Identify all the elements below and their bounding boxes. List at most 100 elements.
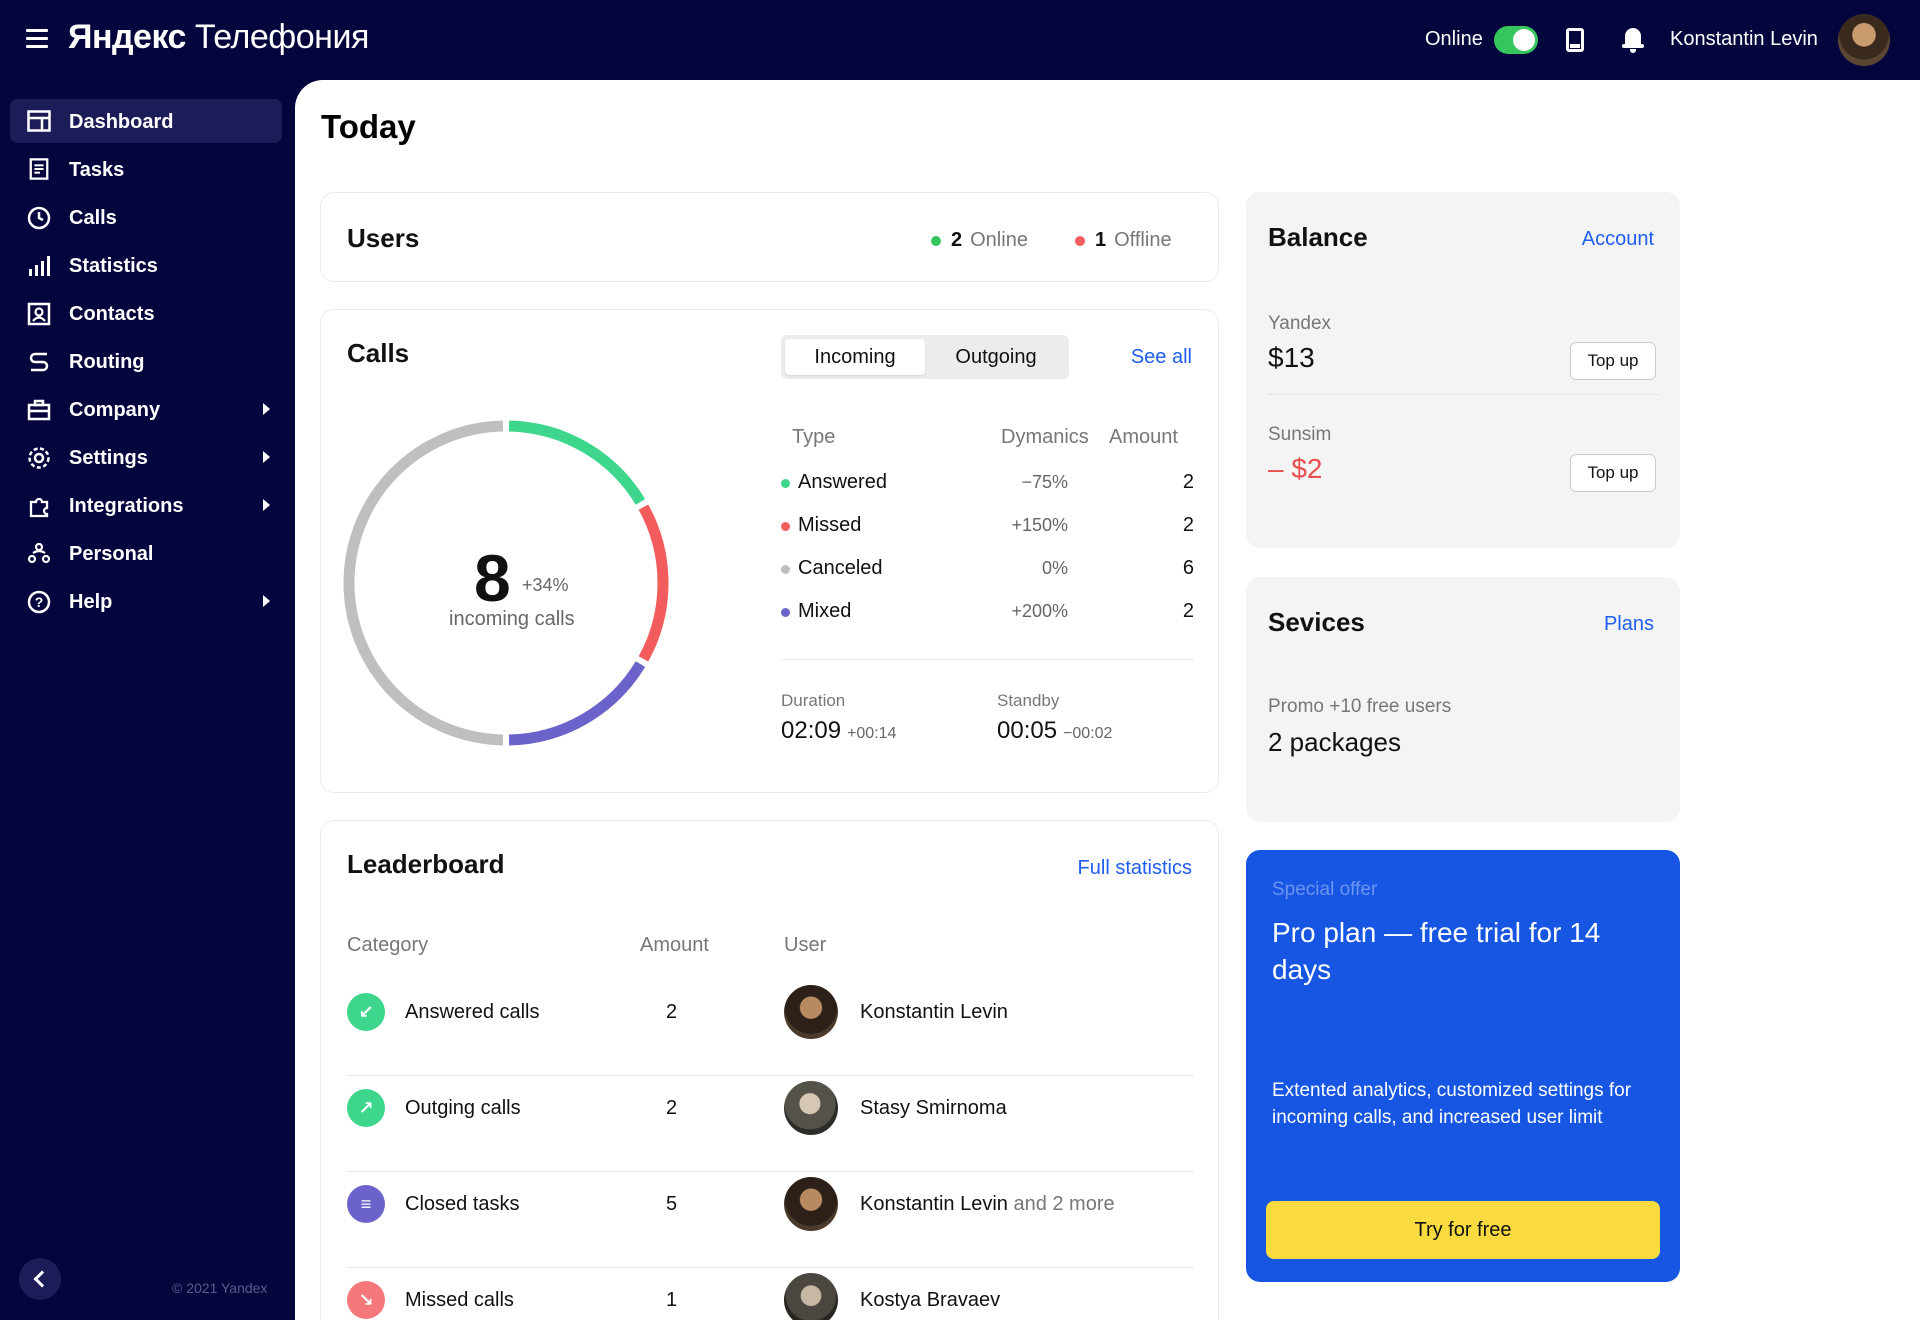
user-name: Konstantin Levin	[860, 1193, 1008, 1215]
canceled-dot	[781, 565, 790, 574]
sidebar-item-label: Tasks	[69, 159, 125, 181]
sidebar-item-help[interactable]: ? Help	[10, 579, 282, 623]
chevron-right-icon	[263, 499, 270, 511]
duration-time: 02:09	[781, 717, 842, 744]
column-amount: Amount	[1109, 426, 1178, 448]
chevron-right-icon	[263, 403, 270, 415]
avatar[interactable]	[1838, 14, 1890, 66]
table-row-user[interactable]: Konstantin Levin and 2 more	[860, 1193, 1115, 1216]
services-card: Sevices Plans Promo +10 free users 2 pac…	[1246, 577, 1680, 822]
sidebar-item-statistics[interactable]: Statistics	[10, 243, 282, 287]
offer-tag: Special offer	[1272, 879, 1378, 900]
account-balance: $13	[1268, 342, 1315, 373]
sidebar-item-tasks[interactable]: Tasks	[10, 147, 282, 191]
donut-segment-answered	[508, 420, 646, 505]
tab-outgoing[interactable]: Outgoing	[927, 339, 1065, 375]
column-user: User	[784, 934, 827, 956]
users-title: Users	[347, 223, 420, 253]
table-row-user[interactable]: Kostya Bravaev	[860, 1289, 1000, 1312]
online-count: 2	[951, 229, 963, 251]
divider	[347, 1267, 1194, 1268]
full-statistics-link[interactable]: Full statistics	[1078, 857, 1192, 880]
sidebar-item-label: Settings	[69, 447, 148, 469]
collapse-sidebar-button[interactable]	[19, 1258, 61, 1300]
special-offer-card: Special offer Pro plan — free trial for …	[1246, 850, 1680, 1282]
offline-status-label: Offline	[1114, 229, 1172, 251]
offer-headline: Pro plan — free trial for 14 days	[1272, 917, 1601, 985]
more-users-link[interactable]: and 2 more	[1013, 1193, 1114, 1215]
table-row-amount: 5	[666, 1193, 678, 1215]
account-link[interactable]: Account	[1582, 228, 1654, 251]
total-calls-delta: +34%	[522, 575, 569, 595]
standby-label: Standby	[997, 691, 1060, 710]
total-calls-value: 8	[474, 541, 511, 615]
table-row-user[interactable]: Konstantin Levin	[860, 1001, 1008, 1024]
logo[interactable]: Яндекс Телефония	[68, 18, 369, 57]
divider	[347, 1171, 1194, 1172]
avatar[interactable]	[784, 1273, 838, 1320]
contacts-icon	[27, 302, 51, 326]
try-for-free-button[interactable]: Try for free	[1266, 1201, 1660, 1259]
account-balance: – $2	[1268, 453, 1323, 484]
avatar[interactable]	[784, 1177, 838, 1231]
sidebar-item-personal[interactable]: Personal	[10, 531, 282, 575]
table-row-amount: 2	[666, 1097, 678, 1119]
offline-status: 1 Offline	[1075, 229, 1172, 252]
table-row-user[interactable]: Stasy Smirnoma	[860, 1097, 1007, 1120]
top-up-button[interactable]: Top up	[1570, 342, 1656, 380]
sidebar-item-routing[interactable]: Routing	[10, 339, 282, 383]
column-amount: Amount	[640, 934, 709, 956]
sidebar-item-settings[interactable]: Settings	[10, 435, 282, 479]
row-type: Mixed	[798, 600, 852, 622]
sidebar-item-company[interactable]: Company	[10, 387, 282, 431]
tab-incoming[interactable]: Incoming	[785, 339, 925, 375]
offline-count: 1	[1095, 229, 1107, 251]
sidebar-item-dashboard[interactable]: Dashboard	[10, 99, 282, 143]
people-icon	[27, 542, 51, 564]
row-amount: 2	[1182, 471, 1194, 493]
row-amount: 2	[1182, 514, 1194, 536]
online-label: Online	[1425, 28, 1483, 50]
leaderboard-title: Leaderboard	[347, 849, 505, 879]
donut-segment-missed	[638, 504, 669, 662]
promo-value: 2 packages	[1268, 727, 1401, 757]
see-all-link[interactable]: See all	[1131, 346, 1192, 369]
phone-icon[interactable]	[1566, 28, 1584, 52]
promo-label: Promo +10 free users	[1268, 696, 1452, 717]
row-dynamics: +150%	[1011, 515, 1068, 535]
user-name: Stasy Smirnoma	[860, 1097, 1007, 1119]
bell-icon[interactable]	[1622, 26, 1644, 54]
table-row-category: Closed tasks	[405, 1193, 520, 1215]
sidebar-item-label: Dashboard	[69, 111, 174, 133]
row-type: Answered	[798, 471, 887, 493]
plans-link[interactable]: Plans	[1604, 613, 1654, 636]
sidebar-item-calls[interactable]: Calls	[10, 195, 282, 239]
sidebar-item-contacts[interactable]: Contacts	[10, 291, 282, 335]
services-title: Sevices	[1268, 607, 1365, 637]
avatar[interactable]	[784, 985, 838, 1039]
answered-dot	[781, 479, 790, 488]
logo-brand: Яндекс	[68, 18, 186, 56]
balance-card: Balance Account Yandex $13 Top up Sunsim…	[1246, 192, 1680, 548]
avatar[interactable]	[784, 1081, 838, 1135]
sidebar-item-label: Personal	[69, 543, 154, 565]
svg-text:?: ?	[35, 594, 44, 610]
sidebar-item-label: Integrations	[69, 495, 184, 517]
puzzle-icon	[27, 494, 51, 518]
table-row-category: Answered calls	[405, 1001, 540, 1023]
briefcase-icon	[27, 398, 51, 421]
top-up-button[interactable]: Top up	[1570, 454, 1656, 492]
chevron-right-icon	[263, 451, 270, 463]
user-name[interactable]: Konstantin Levin	[1670, 28, 1818, 51]
online-toggle[interactable]	[1494, 26, 1538, 54]
logo-product: Телефония	[194, 18, 369, 56]
sidebar-item-integrations[interactable]: Integrations	[10, 483, 282, 527]
missed-dot	[781, 522, 790, 531]
row-type: Canceled	[798, 557, 883, 579]
help-icon: ?	[27, 590, 51, 614]
row-dynamics: +200%	[1011, 601, 1068, 621]
sidebar-item-label: Statistics	[69, 255, 158, 277]
menu-icon[interactable]	[26, 29, 48, 49]
tasks-icon	[27, 158, 51, 180]
divider	[781, 659, 1194, 660]
